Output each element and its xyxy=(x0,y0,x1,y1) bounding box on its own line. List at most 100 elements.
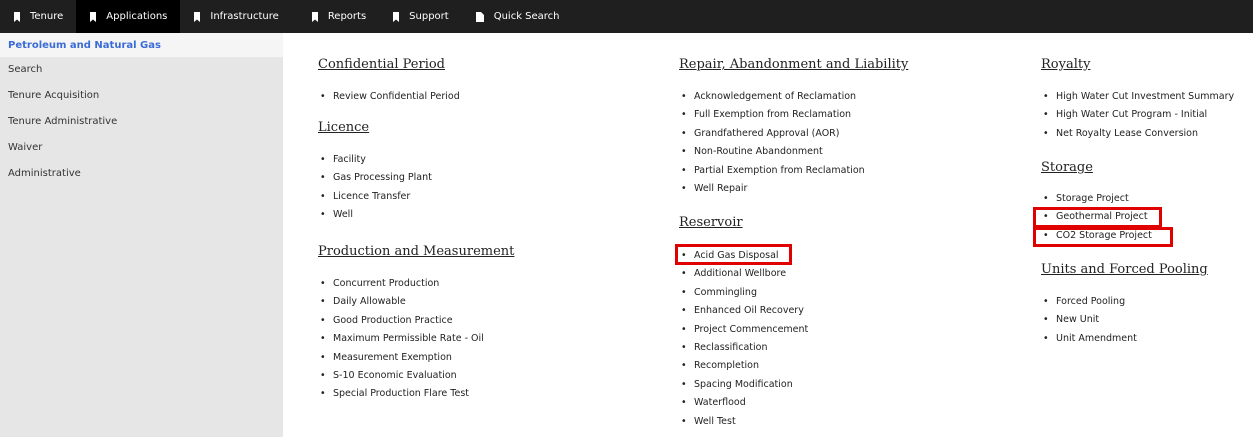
nav-reports[interactable]: Reports xyxy=(292,0,379,33)
menu-link-gas-processing-plant[interactable]: • Gas Processing Plant xyxy=(318,169,432,187)
bullet: • xyxy=(681,109,687,121)
bookmark-icon xyxy=(393,11,400,22)
bullet: • xyxy=(681,164,687,176)
menu-link-label: Maximum Permissible Rate - Oil xyxy=(333,333,484,345)
section-title-storage[interactable]: Storage xyxy=(1041,160,1093,175)
menu-link-high-water-cut-program-initial[interactable]: • High Water Cut Program - Initial xyxy=(1041,106,1234,124)
section-title-reservoir[interactable]: Reservoir xyxy=(679,215,743,230)
sidebar-item-waiver[interactable]: Waiver xyxy=(0,135,283,161)
section-title-units-forced-pooling[interactable]: Units and Forced Pooling xyxy=(1041,262,1208,277)
bullet: • xyxy=(1043,332,1049,344)
menu-link-label: Unit Amendment xyxy=(1056,332,1137,344)
menu-link-label: Non-Routine Abandonment xyxy=(694,146,823,158)
menu-link-review-confidential-period[interactable]: • Review Confidential Period xyxy=(318,88,460,106)
sidebar: Petroleum and Natural Gas Search Tenure … xyxy=(0,33,283,437)
menu-link-maximum-permissible-rate-oil[interactable]: • Maximum Permissible Rate - Oil xyxy=(318,330,484,348)
nav-applications[interactable]: Applications xyxy=(76,0,181,33)
menu-link-facility[interactable]: • Facility xyxy=(318,151,432,169)
sidebar-item-tenure-administrative[interactable]: Tenure Administrative xyxy=(0,109,283,135)
menu-link-label: Concurrent Production xyxy=(333,278,440,289)
nav-quick-search[interactable]: Quick Search xyxy=(462,0,573,33)
menu-link-high-water-cut-investment-summary[interactable]: • High Water Cut Investment Summary xyxy=(1041,88,1234,106)
menu-link-label: High Water Cut Investment Summary xyxy=(1056,91,1235,102)
bullet: • xyxy=(1043,109,1049,121)
nav-tenure[interactable]: Tenure xyxy=(0,0,76,33)
menu-link-label: Recompletion xyxy=(694,360,760,372)
sidebar-item-administrative[interactable]: Administrative xyxy=(0,161,283,187)
menu-link-label: Additional Wellbore xyxy=(694,268,787,280)
bullet: • xyxy=(681,286,687,298)
section-title-repair-abandonment-liability[interactable]: Repair, Abandonment and Liability xyxy=(679,57,908,72)
nav-infrastructure[interactable]: Infrastructure xyxy=(180,0,291,33)
menu-link-net-royalty-lease-conversion[interactable]: • Net Royalty Lease Conversion xyxy=(1041,125,1234,143)
section-title-royalty[interactable]: Royalty xyxy=(1041,57,1090,72)
menu-link-label: Grandfathered Approval (AOR) xyxy=(694,127,840,139)
bookmark-icon xyxy=(90,11,97,22)
menu-link-co2-storage-project[interactable]: • CO2 Storage Project xyxy=(1041,227,1152,245)
menu-link-good-production-practice[interactable]: • Good Production Practice xyxy=(318,312,484,330)
menu-link-full-exemption-from-reclamation[interactable]: • Full Exemption from Reclamation xyxy=(679,106,865,124)
menu-link-measurement-exemption[interactable]: • Measurement Exemption xyxy=(318,349,484,367)
menu-link-label: Full Exemption from Reclamation xyxy=(694,109,852,121)
menu-link-well[interactable]: • Well xyxy=(318,206,432,224)
menu-link-unit-amendment[interactable]: • Unit Amendment xyxy=(1041,330,1137,348)
menu-link-label: Special Production Flare Test xyxy=(333,388,470,400)
menu-link-reclassification[interactable]: • Reclassification xyxy=(679,339,808,357)
menu-link-non-routine-abandonment[interactable]: • Non-Routine Abandonment xyxy=(679,143,865,161)
menu-link-enhanced-oil-recovery[interactable]: • Enhanced Oil Recovery xyxy=(679,302,808,320)
menu-link-s-10-economic-evaluation[interactable]: • S-10 Economic Evaluation xyxy=(318,367,484,385)
menu-link-spacing-modification[interactable]: • Spacing Modification xyxy=(679,376,808,394)
menu-link-daily-allowable[interactable]: • Daily Allowable xyxy=(318,293,484,311)
menu-link-label: Measurement Exemption xyxy=(333,351,452,363)
bullet: • xyxy=(1043,127,1049,139)
menu-link-storage-project[interactable]: • Storage Project xyxy=(1041,190,1152,208)
bookmark-icon xyxy=(311,11,318,22)
top-nav: Tenure Applications Infrastructure Repor… xyxy=(0,0,1253,33)
sidebar-heading[interactable]: Petroleum and Natural Gas xyxy=(0,33,283,57)
bookmark-icon xyxy=(194,11,201,22)
menu-link-project-commencement[interactable]: • Project Commencement xyxy=(679,321,808,339)
section-title-licence[interactable]: Licence xyxy=(318,120,369,135)
menu-link-label: Reclassification xyxy=(694,341,768,353)
bullet: • xyxy=(320,351,326,363)
menu-link-recompletion[interactable]: • Recompletion xyxy=(679,357,808,375)
nav-label: Reports xyxy=(327,11,367,22)
menu-link-new-unit[interactable]: • New Unit xyxy=(1041,311,1137,329)
menu-link-additional-wellbore[interactable]: • Additional Wellbore xyxy=(679,265,808,283)
menu-link-concurrent-production[interactable]: • Concurrent Production xyxy=(318,275,484,293)
bullet: • xyxy=(320,388,326,400)
menu-link-label: Daily Allowable xyxy=(333,296,406,308)
menu-link-grandfathered-approval-aor[interactable]: • Grandfathered Approval (AOR) xyxy=(679,125,865,143)
menu-link-acknowledgement-of-reclamation[interactable]: • Acknowledgement of Reclamation xyxy=(679,88,865,106)
menu-link-label: Well xyxy=(333,209,353,221)
nav-label: Applications xyxy=(106,11,168,22)
menu-link-special-production-flare-test[interactable]: • Special Production Flare Test xyxy=(318,385,484,403)
bullet: • xyxy=(320,190,326,202)
menu-link-label: Enhanced Oil Recovery xyxy=(694,305,804,317)
menu-link-label: Good Production Practice xyxy=(333,314,453,326)
menu-link-acid-gas-disposal[interactable]: • Acid Gas Disposal xyxy=(679,247,808,265)
menu-link-waterflood[interactable]: • Waterflood xyxy=(679,394,808,412)
menu-link-well-repair[interactable]: • Well Repair xyxy=(679,180,865,198)
bullet: • xyxy=(320,278,326,289)
bullet: • xyxy=(681,360,687,372)
document-icon xyxy=(475,11,484,22)
menu-link-label: Facility xyxy=(333,154,366,165)
nav-label: Support xyxy=(409,11,449,22)
section-title-production-measurement[interactable]: Production and Measurement xyxy=(318,244,514,259)
menu-link-well-test[interactable]: • Well Test xyxy=(679,413,808,431)
menu-link-commingling[interactable]: • Commingling xyxy=(679,284,808,302)
menu-link-forced-pooling[interactable]: • Forced Pooling xyxy=(1041,293,1137,311)
menu-link-geothermal-project[interactable]: • Geothermal Project xyxy=(1041,208,1152,226)
menu-link-partial-exemption-from-reclamation[interactable]: • Partial Exemption from Reclamation xyxy=(679,162,865,180)
menu-link-licence-transfer[interactable]: • Licence Transfer xyxy=(318,188,432,206)
sidebar-item-search[interactable]: Search xyxy=(0,57,283,83)
bullet: • xyxy=(320,333,326,345)
menu-link-label: Well Test xyxy=(694,415,736,427)
menu-link-label: Commingling xyxy=(694,286,757,298)
bullet: • xyxy=(681,127,687,139)
nav-support[interactable]: Support xyxy=(379,0,462,33)
section-title-confidential-period[interactable]: Confidential Period xyxy=(318,57,445,72)
sidebar-item-tenure-acquisition[interactable]: Tenure Acquisition xyxy=(0,83,283,109)
nav-label: Quick Search xyxy=(493,11,560,22)
